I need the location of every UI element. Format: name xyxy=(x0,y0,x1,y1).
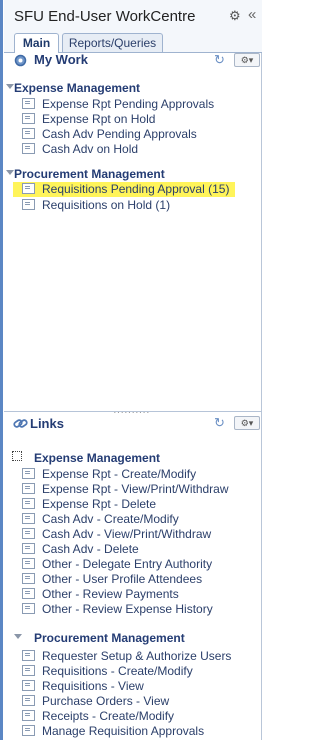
page-icon xyxy=(22,725,35,736)
gear-people-icon xyxy=(14,54,27,67)
list-item[interactable]: Receipts - Create/Modify xyxy=(22,709,174,724)
page-icon xyxy=(22,98,35,109)
refresh-icon[interactable]: ↻ xyxy=(214,416,225,430)
chevron-down-icon xyxy=(6,170,14,175)
list-item[interactable]: Expense Rpt on Hold xyxy=(22,112,155,127)
links-group-procurement[interactable]: Procurement Management xyxy=(14,631,185,645)
my-work-group-procurement[interactable]: Procurement Management xyxy=(6,167,165,181)
page-icon xyxy=(22,680,35,691)
list-item[interactable]: Expense Rpt - View/Print/Withdraw xyxy=(22,482,229,497)
page-icon xyxy=(22,483,35,494)
double-chevron-left-icon[interactable]: « xyxy=(248,7,256,22)
list-item[interactable]: Cash Adv - Create/Modify xyxy=(22,512,179,527)
page-icon xyxy=(22,558,35,569)
item-label[interactable]: Manage Requisition Approvals xyxy=(42,724,204,738)
chevron-down-icon xyxy=(6,84,14,89)
page-icon xyxy=(22,143,35,154)
links-header: Links ↻ ⚙▾ xyxy=(4,413,262,435)
item-label[interactable]: Expense Rpt on Hold xyxy=(42,112,155,126)
page-icon xyxy=(22,695,35,706)
list-item[interactable]: Cash Adv on Hold xyxy=(22,142,138,157)
gear-dropdown-icon[interactable]: ⚙▾ xyxy=(234,53,260,67)
list-item[interactable]: Other - Review Payments xyxy=(22,587,179,602)
group-label: Procurement Management xyxy=(14,167,165,181)
page-icon xyxy=(22,128,35,139)
gear-dropdown-icon[interactable]: ⚙▾ xyxy=(234,416,260,430)
page-icon xyxy=(22,588,35,599)
item-label[interactable]: Expense Rpt - Delete xyxy=(42,497,156,511)
page-icon xyxy=(22,665,35,676)
item-label[interactable]: Requisitions - Create/Modify xyxy=(42,664,193,678)
link-chain-icon xyxy=(13,419,28,428)
list-item[interactable]: Expense Rpt Pending Approvals xyxy=(22,97,214,112)
page-icon xyxy=(22,603,35,614)
item-label[interactable]: Other - Review Payments xyxy=(42,587,179,601)
item-label[interactable]: Requester Setup & Authorize Users xyxy=(42,649,231,663)
group-label: Procurement Management xyxy=(34,631,185,645)
list-item[interactable]: Cash Adv Pending Approvals xyxy=(22,127,197,142)
list-item[interactable]: Other - Delegate Entry Authority xyxy=(22,557,212,572)
app-title: SFU End-User WorkCentre xyxy=(14,8,196,25)
links-title: Links xyxy=(30,416,64,431)
item-label[interactable]: Receipts - Create/Modify xyxy=(42,709,174,723)
item-label[interactable]: Cash Adv - Delete xyxy=(42,542,139,556)
page-icon xyxy=(22,113,35,124)
list-item[interactable]: Cash Adv - View/Print/Withdraw xyxy=(22,527,211,542)
list-item-highlighted[interactable]: Requisitions Pending Approval (15) xyxy=(13,182,236,197)
my-work-header: My Work ↻ ⚙▾ xyxy=(4,50,262,72)
chevron-down-icon xyxy=(14,634,22,639)
page-icon xyxy=(22,710,35,721)
item-label[interactable]: Expense Rpt Pending Approvals xyxy=(42,97,214,111)
my-work-group-expense[interactable]: Expense Management xyxy=(6,81,141,95)
item-label[interactable]: Other - Delegate Entry Authority xyxy=(42,557,212,571)
workcentre-header: SFU End-User WorkCentre ⚙ « Main Reports… xyxy=(4,0,262,53)
item-label[interactable]: Cash Adv Pending Approvals xyxy=(42,127,197,141)
list-item[interactable]: Requester Setup & Authorize Users xyxy=(22,649,231,664)
page-icon xyxy=(22,468,35,479)
page-icon xyxy=(22,498,35,509)
list-item[interactable]: Expense Rpt - Delete xyxy=(22,497,156,512)
page-icon xyxy=(22,199,35,210)
item-label[interactable]: Requisitions Pending Approval (15) xyxy=(42,182,229,196)
my-work-title: My Work xyxy=(34,52,88,67)
chevron-down-icon xyxy=(12,451,22,461)
item-label[interactable]: Expense Rpt - Create/Modify xyxy=(42,467,196,481)
refresh-icon[interactable]: ↻ xyxy=(214,53,225,67)
item-label[interactable]: Purchase Orders - View xyxy=(42,694,169,708)
group-label: Expense Management xyxy=(34,451,161,465)
list-item[interactable]: Requisitions - Create/Modify xyxy=(22,664,193,679)
page-icon xyxy=(22,183,35,194)
item-label[interactable]: Expense Rpt - View/Print/Withdraw xyxy=(42,482,229,496)
list-item[interactable]: Requisitions on Hold (1) xyxy=(22,198,170,213)
list-item[interactable]: Other - User Profile Attendees xyxy=(22,572,202,587)
page-icon xyxy=(22,650,35,661)
item-label[interactable]: Requisitions on Hold (1) xyxy=(42,198,170,212)
list-item[interactable]: Manage Requisition Approvals xyxy=(22,724,204,739)
list-item[interactable]: Other - Review Expense History xyxy=(22,602,213,617)
list-item[interactable]: Requisitions - View xyxy=(22,679,144,694)
item-label[interactable]: Cash Adv on Hold xyxy=(42,142,138,156)
gear-icon[interactable]: ⚙ xyxy=(229,9,241,22)
item-label[interactable]: Cash Adv - Create/Modify xyxy=(42,512,179,526)
list-item[interactable]: Expense Rpt - Create/Modify xyxy=(22,467,196,482)
divider xyxy=(4,411,262,412)
page-icon xyxy=(22,513,35,524)
item-label[interactable]: Requisitions - View xyxy=(42,679,144,693)
links-group-expense[interactable]: Expense Management xyxy=(12,451,161,465)
list-item[interactable]: Purchase Orders - View xyxy=(22,694,169,709)
item-label[interactable]: Other - Review Expense History xyxy=(42,602,213,616)
page-icon xyxy=(22,543,35,554)
list-item[interactable]: Cash Adv - Delete xyxy=(22,542,139,557)
group-label: Expense Management xyxy=(14,81,141,95)
page-icon xyxy=(22,573,35,584)
item-label[interactable]: Other - User Profile Attendees xyxy=(42,572,202,586)
item-label[interactable]: Cash Adv - View/Print/Withdraw xyxy=(42,527,211,541)
page-icon xyxy=(22,528,35,539)
